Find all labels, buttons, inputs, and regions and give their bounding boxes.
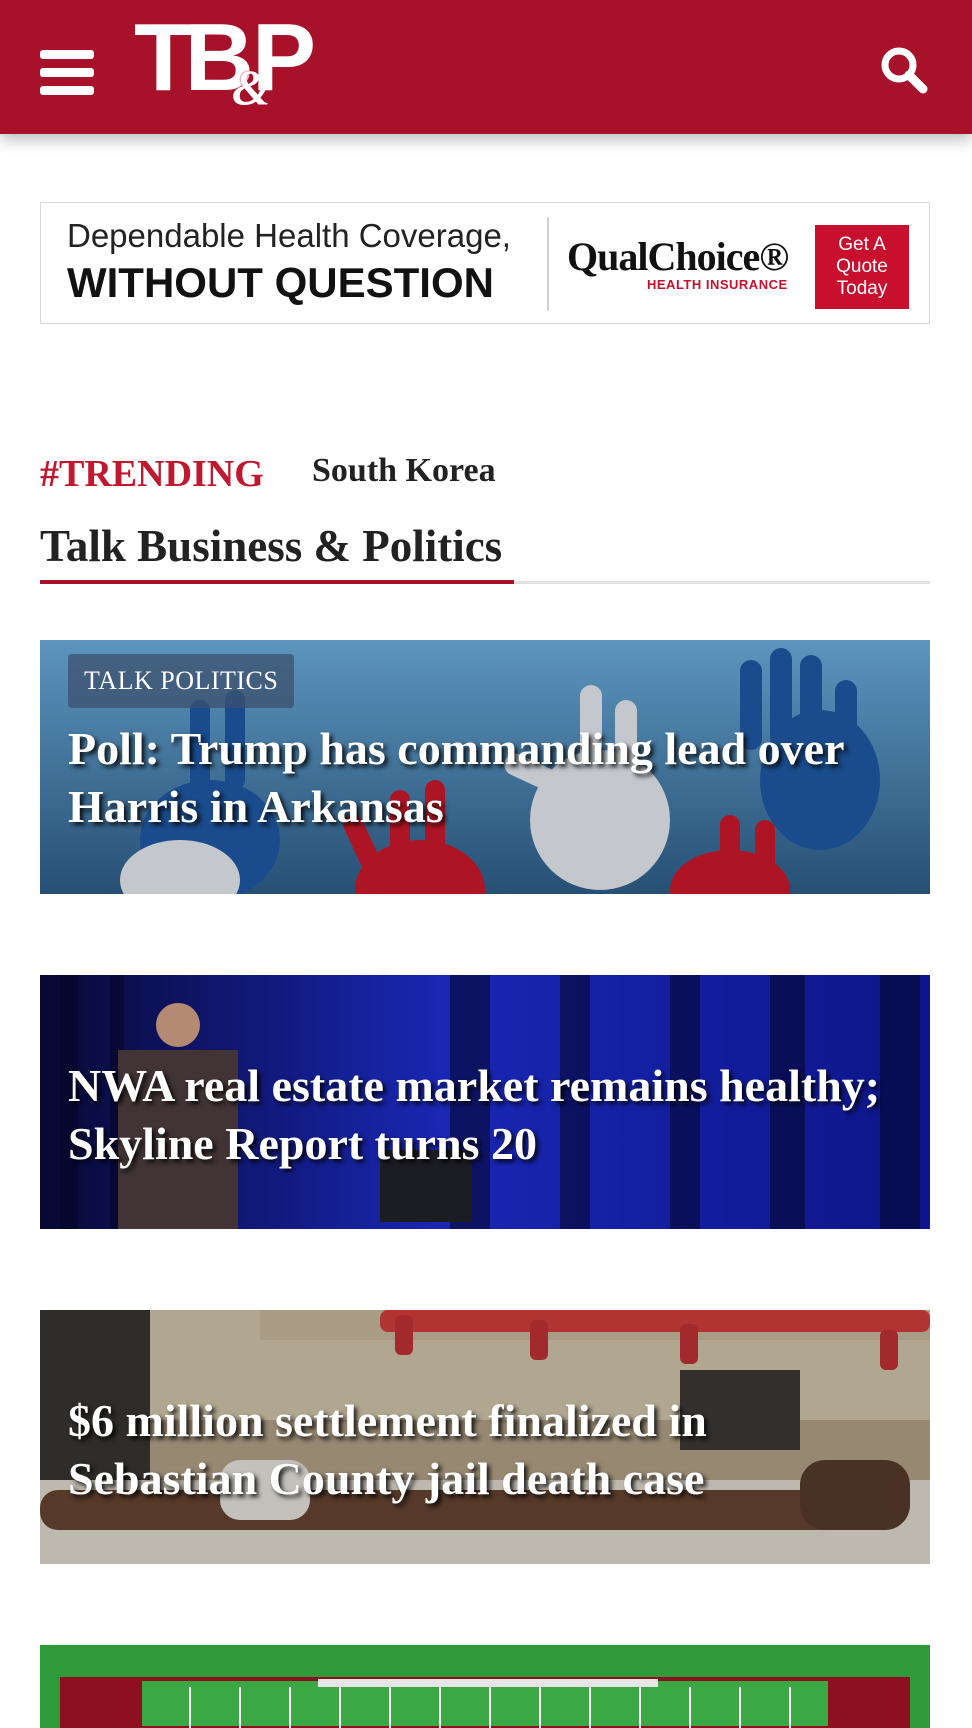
ad-headline-line2: WITHOUT QUESTION bbox=[67, 259, 494, 306]
ad-brand-logo: QualChoice® bbox=[567, 234, 789, 279]
article-card[interactable] bbox=[40, 1645, 930, 1728]
category-badge[interactable]: TALK POLITICS bbox=[68, 654, 295, 708]
section-title-underline bbox=[40, 580, 514, 584]
article-card[interactable]: $6 million settlement finalized in Sebas… bbox=[40, 1310, 930, 1564]
menu-icon[interactable] bbox=[40, 50, 94, 95]
ad-headline-line1: Dependable Health Coverage, bbox=[67, 217, 511, 254]
search-icon[interactable] bbox=[878, 44, 930, 96]
trending-item[interactable]: South Korea bbox=[312, 452, 496, 490]
site-header: TB & P bbox=[0, 0, 972, 134]
article-image bbox=[40, 1645, 930, 1728]
trending-label: #TRENDING bbox=[40, 453, 264, 495]
logo-letter-p: P bbox=[252, 4, 317, 111]
ad-brand-subtitle: HEALTH INSURANCE bbox=[647, 277, 788, 292]
article-card[interactable]: NWA real estate market remains healthy; … bbox=[40, 975, 930, 1229]
ad-banner[interactable]: Dependable Health Coverage, WITHOUT QUES… bbox=[40, 202, 930, 324]
site-logo[interactable]: TB & P bbox=[134, 10, 316, 116]
ad-divider bbox=[547, 217, 549, 311]
article-headline[interactable]: $6 million settlement finalized in Sebas… bbox=[68, 1392, 898, 1508]
ad-quote-button[interactable]: Get A Quote Today bbox=[815, 225, 909, 309]
article-headline[interactable]: NWA real estate market remains healthy; … bbox=[68, 1057, 898, 1173]
article-card[interactable]: TALK POLITICS Poll: Trump has commanding… bbox=[40, 640, 930, 894]
section-title: Talk Business & Politics bbox=[40, 521, 503, 571]
article-headline[interactable]: Poll: Trump has commanding lead over Har… bbox=[68, 720, 898, 836]
logo-letters-tb: TB bbox=[134, 4, 254, 111]
